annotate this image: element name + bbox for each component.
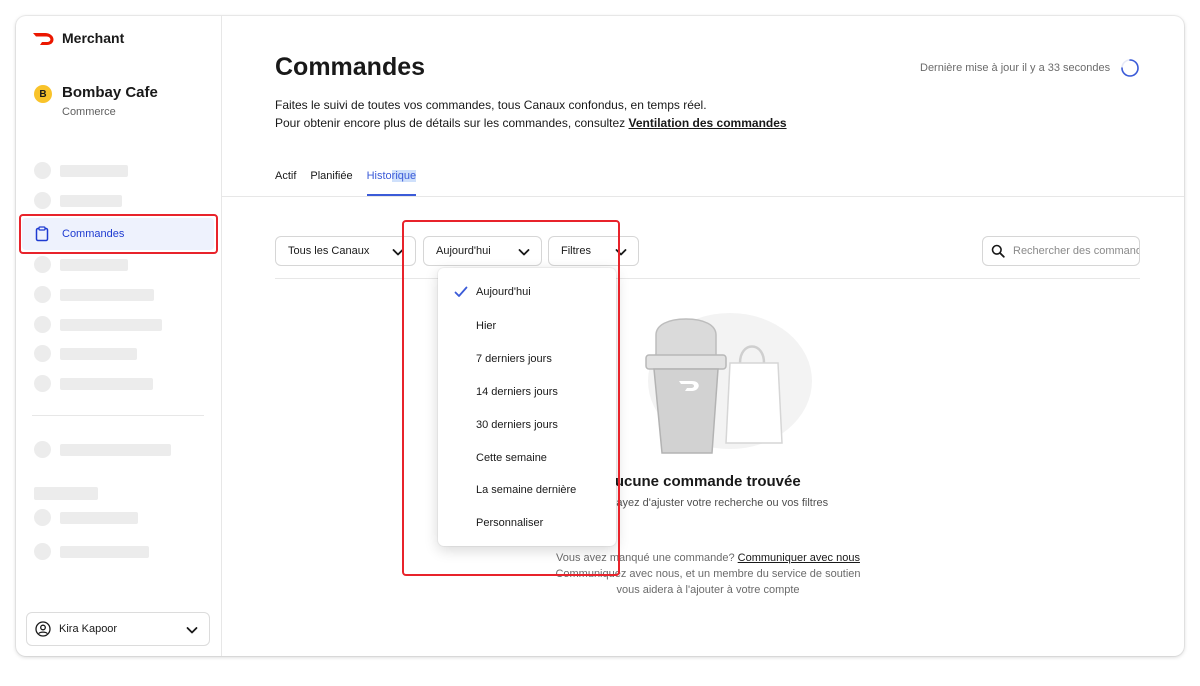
channel-filter-select[interactable]: Tous les Canaux — [275, 236, 416, 266]
help-suffix: Communiquez avec nous, et un membre du s… — [555, 568, 861, 596]
subtitle-line: Pour obtenir encore plus de détails sur … — [275, 114, 787, 132]
sidebar-item-commandes[interactable]: Commandes — [22, 218, 214, 250]
filters-divider — [275, 278, 1140, 279]
store-name: Bombay Cafe — [62, 84, 158, 101]
user-circle-icon — [35, 621, 51, 637]
app-window: Merchant B Bombay Cafe Commerce Commande… — [16, 16, 1184, 656]
date-range-menu: Aujourd'hui Hier 7 derniers jours 14 der… — [438, 268, 616, 546]
main-content: Commandes Dernière mise à jour il y a 33… — [222, 16, 1184, 656]
help-prefix: Vous avez manqué une commande? — [556, 552, 738, 564]
date-option-label: Aujourd'hui — [476, 286, 531, 298]
chevron-down-icon — [186, 627, 198, 634]
tab-label: Histo — [366, 170, 392, 182]
clipboard-icon — [35, 226, 49, 242]
search-input[interactable] — [1013, 245, 1139, 257]
date-option-label: 30 derniers jours — [476, 419, 558, 431]
date-option-this-week[interactable]: Cette semaine — [438, 444, 616, 474]
date-option-14-days[interactable]: 14 derniers jours — [438, 378, 616, 408]
contact-us-link[interactable]: Communiquer avec nous — [738, 552, 860, 564]
user-name: Kira Kapoor — [59, 623, 118, 635]
sidebar-item-label: Commandes — [62, 228, 125, 240]
date-option-last-week[interactable]: La semaine dernière — [438, 476, 616, 506]
tabs-divider — [222, 196, 1184, 197]
empty-state-title: Aucune commande trouvée — [604, 473, 801, 490]
order-search[interactable] — [982, 236, 1140, 266]
channel-filter-label: Tous les Canaux — [288, 245, 370, 257]
date-option-label: 14 derniers jours — [476, 386, 558, 398]
date-option-today[interactable]: Aujourd'hui — [438, 278, 616, 308]
user-menu[interactable]: Kira Kapoor — [26, 612, 210, 646]
date-option-label: La semaine dernière — [476, 484, 577, 496]
page-title: Commandes — [275, 53, 426, 81]
subtitle-text: Pour obtenir encore plus de détails sur … — [275, 116, 629, 130]
missed-order-help: Vous avez manqué une commande? Communiqu… — [548, 550, 868, 598]
tab-bar: Actif Planifiée Historique — [275, 170, 430, 196]
date-option-yesterday[interactable]: Hier — [438, 312, 616, 342]
page-subtitle: Faites le suivi de toutes vos commandes,… — [275, 96, 787, 132]
checkmark-icon — [454, 286, 468, 297]
chevron-down-icon — [518, 249, 530, 256]
tab-planifiee[interactable]: Planifiée — [310, 170, 352, 196]
doordash-logo-icon — [33, 33, 54, 45]
empty-orders-illustration — [645, 313, 812, 454]
date-filter-select[interactable]: Aujourd'hui — [423, 236, 542, 266]
sidebar-section-loading — [34, 487, 98, 500]
store-type: Commerce — [62, 106, 116, 118]
filters-button[interactable]: Filtres — [548, 236, 639, 266]
tab-actif[interactable]: Actif — [275, 170, 296, 196]
chevron-down-icon — [615, 249, 627, 256]
date-filter-label: Aujourd'hui — [436, 245, 491, 257]
tab-historique[interactable]: Historique — [366, 170, 417, 196]
last-update-text: Dernière mise à jour il y a 33 secondes — [920, 62, 1111, 74]
date-option-custom[interactable]: Personnaliser — [438, 509, 616, 539]
store-avatar: B — [34, 85, 52, 103]
sidebar: Merchant B Bombay Cafe Commerce Commande… — [16, 16, 222, 656]
sidebar-divider — [32, 415, 204, 416]
tab-label-selection: rique — [391, 170, 417, 182]
empty-state-subtitle: Essayez d'ajuster votre recherche ou vos… — [598, 497, 829, 509]
brand[interactable]: Merchant — [32, 30, 124, 46]
date-option-label: Cette semaine — [476, 452, 547, 464]
order-breakdown-link[interactable]: Ventilation des commandes — [629, 116, 787, 130]
date-option-30-days[interactable]: 30 derniers jours — [438, 411, 616, 441]
chevron-down-icon — [392, 249, 404, 256]
date-option-7-days[interactable]: 7 derniers jours — [438, 345, 616, 375]
date-option-label: 7 derniers jours — [476, 353, 552, 365]
refresh-spinner-icon — [1121, 59, 1139, 77]
brand-name: Merchant — [62, 30, 125, 46]
subtitle-line: Faites le suivi de toutes vos commandes,… — [275, 98, 707, 112]
filters-label: Filtres — [561, 245, 591, 257]
date-option-label: Personnaliser — [476, 517, 544, 529]
search-icon — [991, 244, 1005, 258]
date-option-label: Hier — [476, 320, 497, 332]
